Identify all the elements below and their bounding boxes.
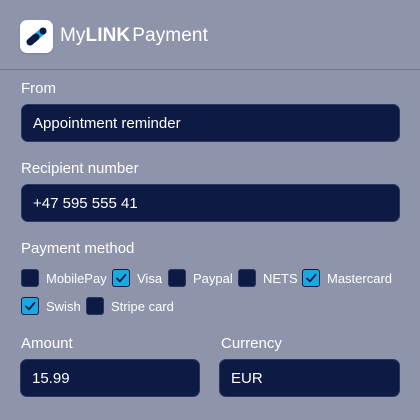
checkbox-icon[interactable] [21, 269, 39, 287]
header-divider [0, 69, 420, 70]
from-label: From [21, 80, 56, 97]
payment-option-label: Stripe card [111, 298, 174, 314]
checkbox-checked-icon[interactable] [302, 269, 320, 287]
payment-option-mobilepay[interactable]: MobilePay [21, 268, 107, 288]
currency-value: EUR [231, 369, 263, 387]
payment-option-paypal[interactable]: Paypal [168, 268, 233, 288]
recipient-value: +47 595 555 41 [33, 194, 138, 212]
payment-option-label: Visa [137, 270, 163, 286]
from-field[interactable]: Appointment reminder [21, 104, 400, 142]
checkbox-icon[interactable] [168, 269, 186, 287]
amount-field[interactable]: 15.99 [20, 359, 200, 397]
payment-option-label: Mastercard [327, 270, 393, 286]
payment-method-label: Payment method [21, 240, 135, 257]
recipient-label: Recipient number [21, 160, 139, 177]
payment-option-swish[interactable]: Swish [21, 296, 81, 316]
currency-label: Currency [221, 335, 282, 352]
brand-prefix: My [60, 25, 86, 46]
checkbox-checked-icon[interactable] [112, 269, 130, 287]
currency-field[interactable]: EUR [219, 359, 400, 397]
from-value: Appointment reminder [33, 114, 181, 132]
payment-option-label: Paypal [193, 270, 233, 286]
brand-bold: LINK [85, 25, 131, 46]
checkbox-checked-icon[interactable] [21, 297, 39, 315]
payment-option-visa[interactable]: Visa [112, 268, 162, 288]
payment-option-label: NETS [263, 270, 298, 286]
payment-option-mastercard[interactable]: Mastercard [302, 268, 392, 288]
amount-label: Amount [21, 335, 73, 352]
checkbox-icon[interactable] [86, 297, 104, 315]
app-title: MyLINK Payment [60, 25, 208, 47]
recipient-number-field[interactable]: +47 595 555 41 [21, 184, 400, 222]
checkbox-icon[interactable] [238, 269, 256, 287]
app-header: MyLINK Payment [0, 0, 420, 70]
app-logo-icon [20, 20, 53, 53]
payment-option-label: Swish [46, 298, 81, 314]
payment-option-stripe-card[interactable]: Stripe card [86, 296, 174, 316]
amount-value: 15.99 [32, 369, 70, 387]
payment-option-label: MobilePay [46, 270, 107, 286]
payment-option-nets[interactable]: NETS [238, 268, 298, 288]
brand-suffix: Payment [132, 25, 208, 46]
